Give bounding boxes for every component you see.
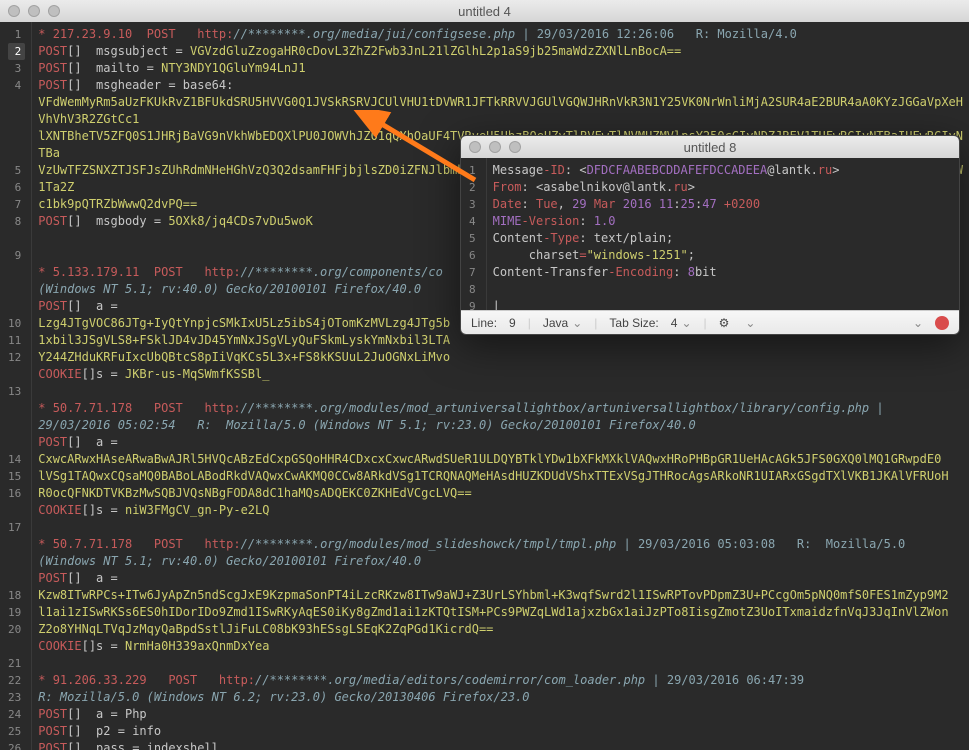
code-line[interactable]: From: <asabelnikov@lantk.ru> bbox=[493, 179, 953, 196]
status-tab-label: Tab Size: bbox=[609, 316, 658, 330]
code-line[interactable]: COOKIE[]s = NrmHa0H339axQnmDxYea bbox=[38, 638, 963, 655]
secondary-editor-window[interactable]: untitled 8 123456789 Message-ID: <DFDCFA… bbox=[460, 135, 960, 335]
code-line[interactable]: charset="windows-1251"; bbox=[493, 247, 953, 264]
code-line[interactable]: Date: Tue, 29 Mar 2016 11:25:47 +0200 bbox=[493, 196, 953, 213]
chevron-down-icon: ⌄ bbox=[681, 316, 691, 330]
code-line[interactable]: * 91.206.33.229 POST http://********.org… bbox=[38, 672, 963, 689]
chevron-down-icon: ⌄ bbox=[745, 316, 755, 330]
code-line[interactable]: COOKIE[]s = niW3FMgCV_gn-Py-e2LQ bbox=[38, 502, 963, 519]
separator: | bbox=[594, 316, 597, 330]
main-editor-window: untitled 4 1234 5678 9 101112 13 141516 … bbox=[0, 0, 969, 750]
record-icon[interactable] bbox=[935, 316, 949, 330]
code-line[interactable]: POST[] a = bbox=[38, 434, 963, 451]
code-line[interactable]: POST[] msgheader = base64: bbox=[38, 77, 963, 94]
traffic-lights bbox=[469, 141, 521, 153]
minimize-icon[interactable] bbox=[489, 141, 501, 153]
traffic-lights bbox=[8, 5, 60, 17]
gear-icon[interactable]: ⚙ bbox=[719, 316, 730, 330]
zoom-icon[interactable] bbox=[48, 5, 60, 17]
status-tab-value[interactable]: 4⌄ bbox=[671, 316, 692, 330]
code-line[interactable]: Content-Transfer-Encoding: 8bit bbox=[493, 264, 953, 281]
minimize-icon[interactable] bbox=[28, 5, 40, 17]
code-line[interactable] bbox=[38, 383, 963, 400]
code-line[interactable] bbox=[493, 281, 953, 298]
code-line[interactable] bbox=[38, 519, 963, 536]
status-bar: Line: 9 | Java⌄ | Tab Size: 4⌄ | ⚙ ⌄ ⌄ bbox=[461, 310, 959, 334]
code-line[interactable]: Content-Type: text/plain; bbox=[493, 230, 953, 247]
code-line[interactable]: POST[] a = bbox=[38, 570, 963, 587]
chevron-down-icon[interactable]: ⌄ bbox=[913, 316, 923, 330]
status-line-label: Line: bbox=[471, 316, 497, 330]
close-icon[interactable] bbox=[469, 141, 481, 153]
secondary-code-area[interactable]: Message-ID: <DFDCFAABEBCDDAFEFDCCADEEA@l… bbox=[487, 158, 959, 310]
code-line[interactable]: | bbox=[493, 298, 953, 310]
main-gutter[interactable]: 1234 5678 9 101112 13 141516 17 181920 2… bbox=[0, 22, 32, 750]
secondary-window-title: untitled 8 bbox=[461, 140, 959, 155]
main-titlebar[interactable]: untitled 4 bbox=[0, 0, 969, 22]
secondary-gutter[interactable]: 123456789 bbox=[461, 158, 487, 310]
main-code-area[interactable]: * 217.23.9.10 POST http://********.org/m… bbox=[32, 22, 969, 750]
code-line[interactable]: Message-ID: <DFDCFAABEBCDDAFEFDCCADEEA@l… bbox=[493, 162, 953, 179]
status-syntax[interactable]: Java⌄ bbox=[543, 316, 582, 330]
main-window-title: untitled 4 bbox=[0, 4, 969, 19]
code-line[interactable]: POST[] mailto = NTY3NDY1QGluYm94LnJ1 bbox=[38, 60, 963, 77]
code-line[interactable]: * 50.7.71.178 POST http://********.org/m… bbox=[38, 536, 963, 553]
code-line[interactable]: POST[] pass = indexshell bbox=[38, 740, 963, 750]
code-line[interactable]: * 50.7.71.178 POST http://********.org/m… bbox=[38, 400, 963, 417]
code-line[interactable]: MIME-Version: 1.0 bbox=[493, 213, 953, 230]
code-line[interactable]: POST[] a = Php bbox=[38, 706, 963, 723]
separator: | bbox=[528, 316, 531, 330]
code-line[interactable] bbox=[38, 655, 963, 672]
code-line[interactable]: COOKIE[]s = JKBr-us-MqSWmfKSSBl_ bbox=[38, 366, 963, 383]
zoom-icon[interactable] bbox=[509, 141, 521, 153]
chevron-down-icon: ⌄ bbox=[572, 316, 582, 330]
close-icon[interactable] bbox=[8, 5, 20, 17]
secondary-titlebar[interactable]: untitled 8 bbox=[461, 136, 959, 158]
status-line-value[interactable]: 9 bbox=[509, 316, 516, 330]
code-line[interactable]: POST[] p2 = info bbox=[38, 723, 963, 740]
separator: | bbox=[704, 316, 707, 330]
code-line[interactable]: * 217.23.9.10 POST http://********.org/m… bbox=[38, 26, 963, 43]
code-line[interactable]: POST[] msgsubject = VGVzdGluZzogaHR0cDov… bbox=[38, 43, 963, 60]
